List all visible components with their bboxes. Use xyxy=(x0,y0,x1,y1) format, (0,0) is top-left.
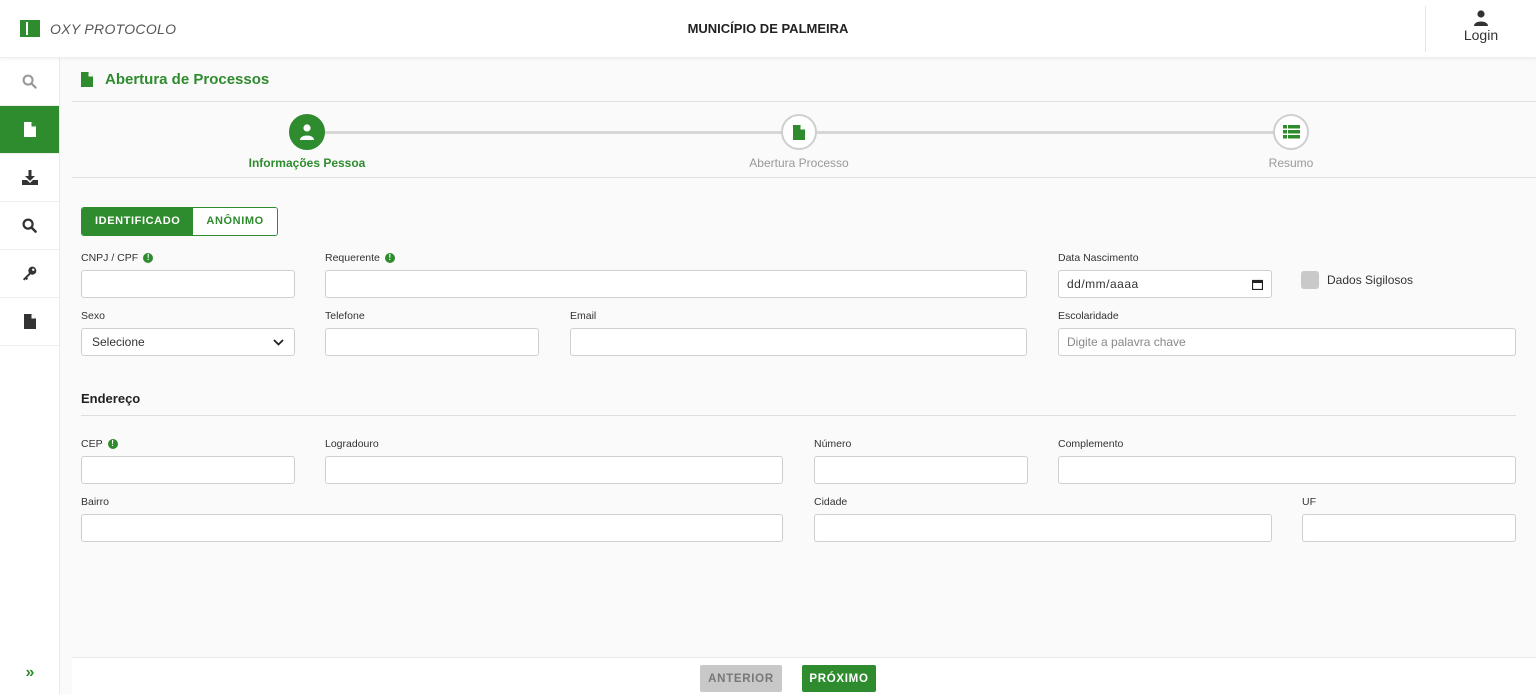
cnpj-cpf-input[interactable] xyxy=(81,270,295,298)
sidebar: » xyxy=(0,58,60,694)
cep-label-text: CEP xyxy=(81,438,103,450)
dados-sigilosos-label: Dados Sigilosos xyxy=(1327,273,1414,287)
telefone-label: Telefone xyxy=(325,310,365,322)
sidebar-item-download[interactable] xyxy=(0,154,59,202)
info-icon[interactable]: ! xyxy=(107,439,118,449)
cidade-input[interactable] xyxy=(814,514,1272,542)
info-icon[interactable]: ! xyxy=(384,253,395,263)
requerente-label-text: Requerente xyxy=(325,252,380,264)
uf-label: UF xyxy=(1302,496,1316,508)
numero-label: Número xyxy=(814,438,852,450)
search-icon xyxy=(22,74,37,89)
requerente-label: Requerente ! xyxy=(325,252,395,264)
bairro-input[interactable] xyxy=(81,514,783,542)
top-bar: OXY PROTOCOLO MUNICÍPIO DE PALMEIRA Logi… xyxy=(0,0,1536,58)
sidebar-item-search[interactable] xyxy=(0,202,59,250)
cnpj-cpf-label: CNPJ / CPF ! xyxy=(81,252,154,264)
cep-input[interactable] xyxy=(81,456,295,484)
logradouro-label: Logradouro xyxy=(325,438,379,450)
cep-label: CEP ! xyxy=(81,438,118,450)
file-icon xyxy=(23,122,36,137)
next-button[interactable]: PRÓXIMO xyxy=(802,665,876,692)
login-label: Login xyxy=(1463,27,1499,43)
list-icon xyxy=(1282,125,1300,139)
sidebar-item-quick-search[interactable] xyxy=(0,58,59,106)
numero-input[interactable] xyxy=(814,456,1028,484)
stepper: Informações Pessoa Abertura Processo Res… xyxy=(72,102,1536,178)
step-2-label[interactable]: Abertura Processo xyxy=(679,156,919,170)
sidebar-expand-button[interactable]: » xyxy=(0,664,60,682)
municipality-title: MUNICÍPIO DE PALMEIRA xyxy=(687,21,849,36)
login-button[interactable]: Login xyxy=(1425,6,1536,52)
page-title: Abertura de Processos xyxy=(105,71,270,88)
step-3-label[interactable]: Resumo xyxy=(1171,156,1411,170)
step-connector xyxy=(307,131,799,134)
uf-input[interactable] xyxy=(1302,514,1516,542)
info-icon[interactable]: ! xyxy=(143,253,154,263)
chevron-down-icon xyxy=(273,338,284,346)
step-2-indicator[interactable] xyxy=(781,114,817,150)
identity-toggle: IDENTIFICADO ANÔNIMO xyxy=(81,207,278,236)
cnpj-cpf-label-text: CNPJ / CPF xyxy=(81,252,139,264)
file-icon xyxy=(81,72,93,87)
requerente-input[interactable] xyxy=(325,270,1027,298)
checkbox-box[interactable] xyxy=(1301,271,1319,289)
toggle-identificado[interactable]: IDENTIFICADO xyxy=(82,208,194,235)
email-label: Email xyxy=(570,310,597,322)
complemento-input[interactable] xyxy=(1058,456,1516,484)
email-input[interactable] xyxy=(570,328,1027,356)
file-icon xyxy=(793,124,805,140)
step-3-indicator[interactable] xyxy=(1273,114,1309,150)
bairro-label: Bairro xyxy=(81,496,110,508)
data-nascimento-label: Data Nascimento xyxy=(1058,252,1139,264)
address-section-title: Endereço xyxy=(81,391,141,406)
sexo-label: Sexo xyxy=(81,310,105,322)
previous-button[interactable]: ANTERIOR xyxy=(700,665,782,692)
step-1-label[interactable]: Informações Pessoa xyxy=(187,156,427,170)
dados-sigilosos-checkbox[interactable]: Dados Sigilosos xyxy=(1301,271,1413,289)
data-nascimento-input[interactable]: dd/mm/aaaa xyxy=(1058,270,1272,298)
file-icon xyxy=(23,314,36,329)
sexo-select[interactable]: Selecione xyxy=(81,328,295,356)
section-divider xyxy=(81,415,1516,416)
step-1-indicator[interactable] xyxy=(289,114,325,150)
search-icon xyxy=(22,218,37,233)
cidade-label: Cidade xyxy=(814,496,848,508)
toggle-anonimo[interactable]: ANÔNIMO xyxy=(193,208,277,235)
sidebar-item-open-process[interactable] xyxy=(0,106,59,154)
page-header: Abertura de Processos xyxy=(72,58,1536,102)
calendar-icon[interactable] xyxy=(1252,279,1263,290)
complemento-label: Complemento xyxy=(1058,438,1124,450)
sidebar-item-key[interactable] xyxy=(0,250,59,298)
user-icon xyxy=(300,124,314,140)
key-icon xyxy=(22,266,37,281)
date-placeholder: dd/mm/aaaa xyxy=(1067,277,1139,291)
user-icon xyxy=(1474,10,1488,26)
sexo-selected-value: Selecione xyxy=(92,335,145,349)
logradouro-input[interactable] xyxy=(325,456,783,484)
download-icon xyxy=(21,170,38,185)
escolaridade-label: Escolaridade xyxy=(1058,310,1119,322)
escolaridade-input[interactable]: Digite a palavra chave xyxy=(1058,328,1516,356)
sidebar-item-documents[interactable] xyxy=(0,298,59,346)
telefone-input[interactable] xyxy=(325,328,539,356)
footer-bar: ANTERIOR PRÓXIMO xyxy=(72,657,1536,694)
step-connector xyxy=(799,131,1291,134)
